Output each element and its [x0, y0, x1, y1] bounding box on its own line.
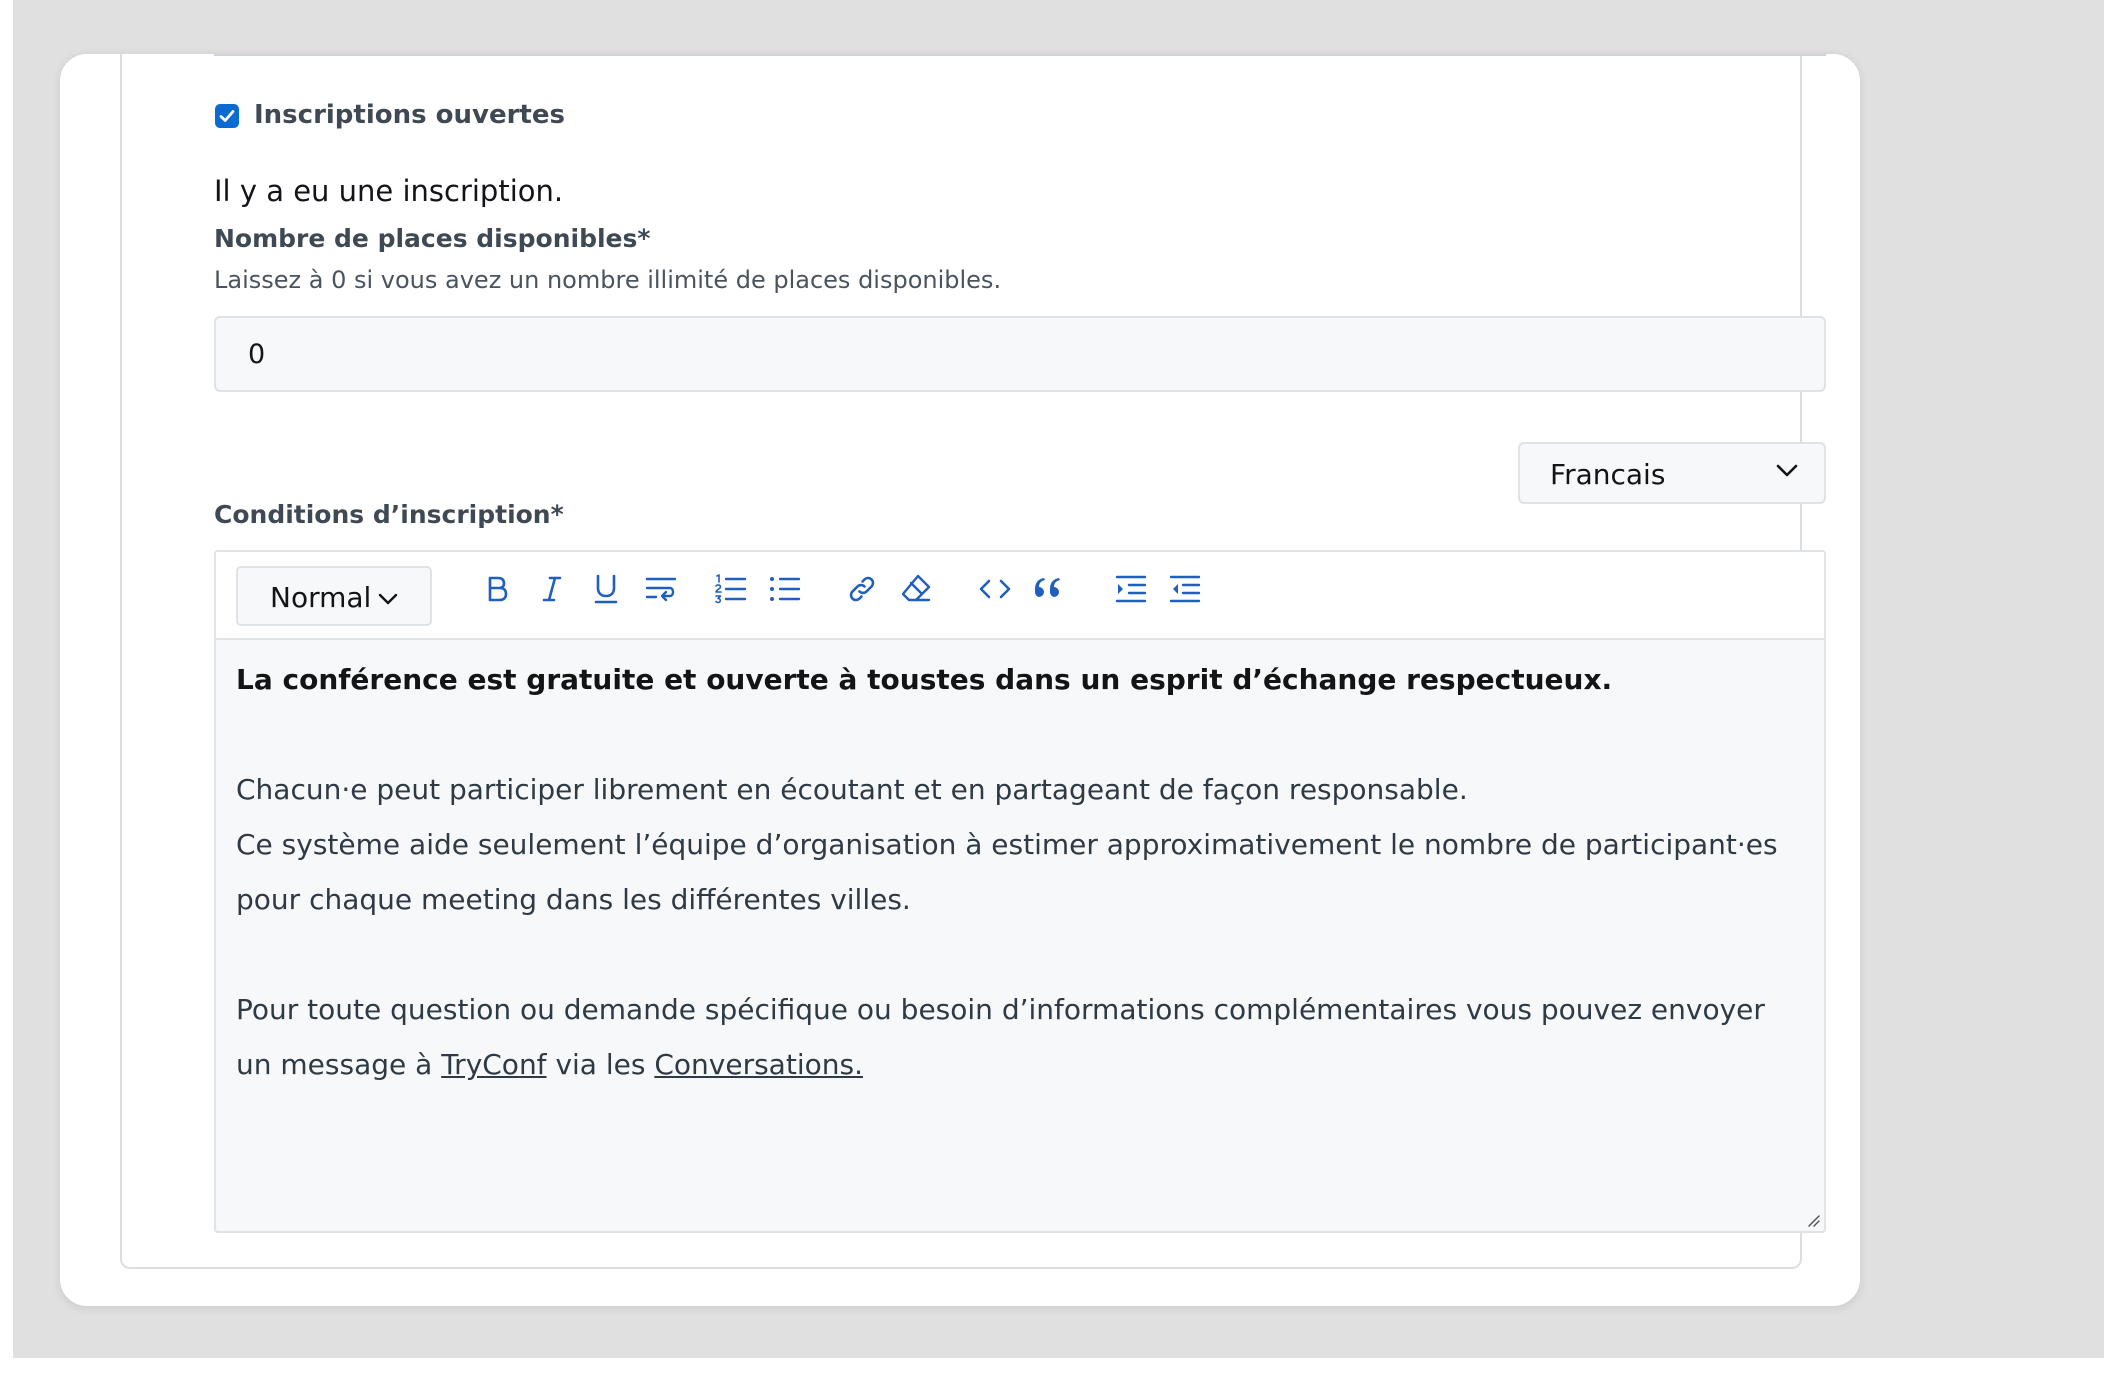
divider	[214, 54, 1826, 56]
bold-button[interactable]	[474, 566, 520, 612]
text-format-value: Normal	[270, 581, 372, 614]
text-wrap-icon	[645, 577, 677, 602]
eraser-icon	[901, 574, 931, 602]
registrations-open-label[interactable]: Inscriptions ouvertes	[254, 100, 565, 130]
places-input-value: 0	[248, 339, 266, 370]
outdent-button[interactable]	[1162, 566, 1208, 612]
language-select-value: Francais	[1550, 458, 1666, 491]
clear-format-button[interactable]	[893, 566, 939, 612]
chevron-down-icon	[378, 593, 398, 605]
places-help-text: Laissez à 0 si vous avez un nombre illim…	[214, 266, 1002, 294]
outdent-icon	[1169, 575, 1201, 603]
language-select[interactable]: Francais	[1518, 442, 1826, 504]
conditions-bold-line: La conférence est gratuite et ouverte à …	[236, 663, 1613, 696]
underline-button[interactable]	[583, 566, 629, 612]
chevron-down-icon	[1776, 464, 1798, 477]
text-format-select[interactable]: Normal	[236, 566, 432, 626]
form-panel: Inscriptions ouvertes Il y a eu une insc…	[120, 54, 1826, 1269]
bold-icon	[488, 576, 508, 602]
places-label: Nombre de places disponibles*	[214, 224, 651, 253]
italic-icon	[542, 576, 562, 602]
bullet-list-icon	[770, 577, 801, 601]
ordered-list-button[interactable]	[708, 566, 754, 612]
checkmark-icon	[219, 110, 235, 122]
code-button[interactable]	[972, 566, 1018, 612]
tryconf-link[interactable]: TryConf	[441, 1048, 546, 1081]
italic-button[interactable]	[529, 566, 575, 612]
places-input[interactable]: 0	[214, 316, 1826, 392]
indent-icon	[1115, 575, 1147, 603]
registrations-open-checkbox[interactable]	[215, 104, 239, 128]
underline-icon	[594, 574, 618, 604]
indent-button[interactable]	[1108, 566, 1154, 612]
line-3-text-mid: via les	[546, 1048, 655, 1081]
conversations-link[interactable]: Conversations.	[654, 1048, 863, 1081]
link-icon	[849, 576, 875, 602]
bullet-list-button[interactable]	[762, 566, 808, 612]
editor-toolbar: Normal	[216, 552, 1824, 640]
editor-content[interactable]: La conférence est gratuite et ouverte à …	[236, 652, 1796, 1092]
conditions-rich-text-editor: Normal La conférence est gratuite et ouv…	[214, 550, 1826, 1233]
settings-card: Inscriptions ouvertes Il y a eu une insc…	[60, 54, 1860, 1306]
conditions-label: Conditions d’inscription*	[214, 500, 564, 529]
conditions-line-2: Ce système aide seulement l’équipe d’org…	[236, 828, 1778, 916]
registration-count-text: Il y a eu une inscription.	[214, 174, 564, 208]
code-icon	[979, 579, 1011, 599]
link-button[interactable]	[839, 566, 885, 612]
quote-button[interactable]	[1026, 566, 1072, 612]
ordered-list-icon	[715, 574, 747, 604]
resize-handle-icon[interactable]	[1806, 1213, 1820, 1227]
conditions-line-1: Chacun·e peut participer librement en éc…	[236, 773, 1468, 806]
quote-icon	[1034, 578, 1060, 597]
conditions-line-3: Pour toute question ou demande spécifiqu…	[236, 982, 1796, 1092]
text-wrap-button[interactable]	[638, 566, 684, 612]
